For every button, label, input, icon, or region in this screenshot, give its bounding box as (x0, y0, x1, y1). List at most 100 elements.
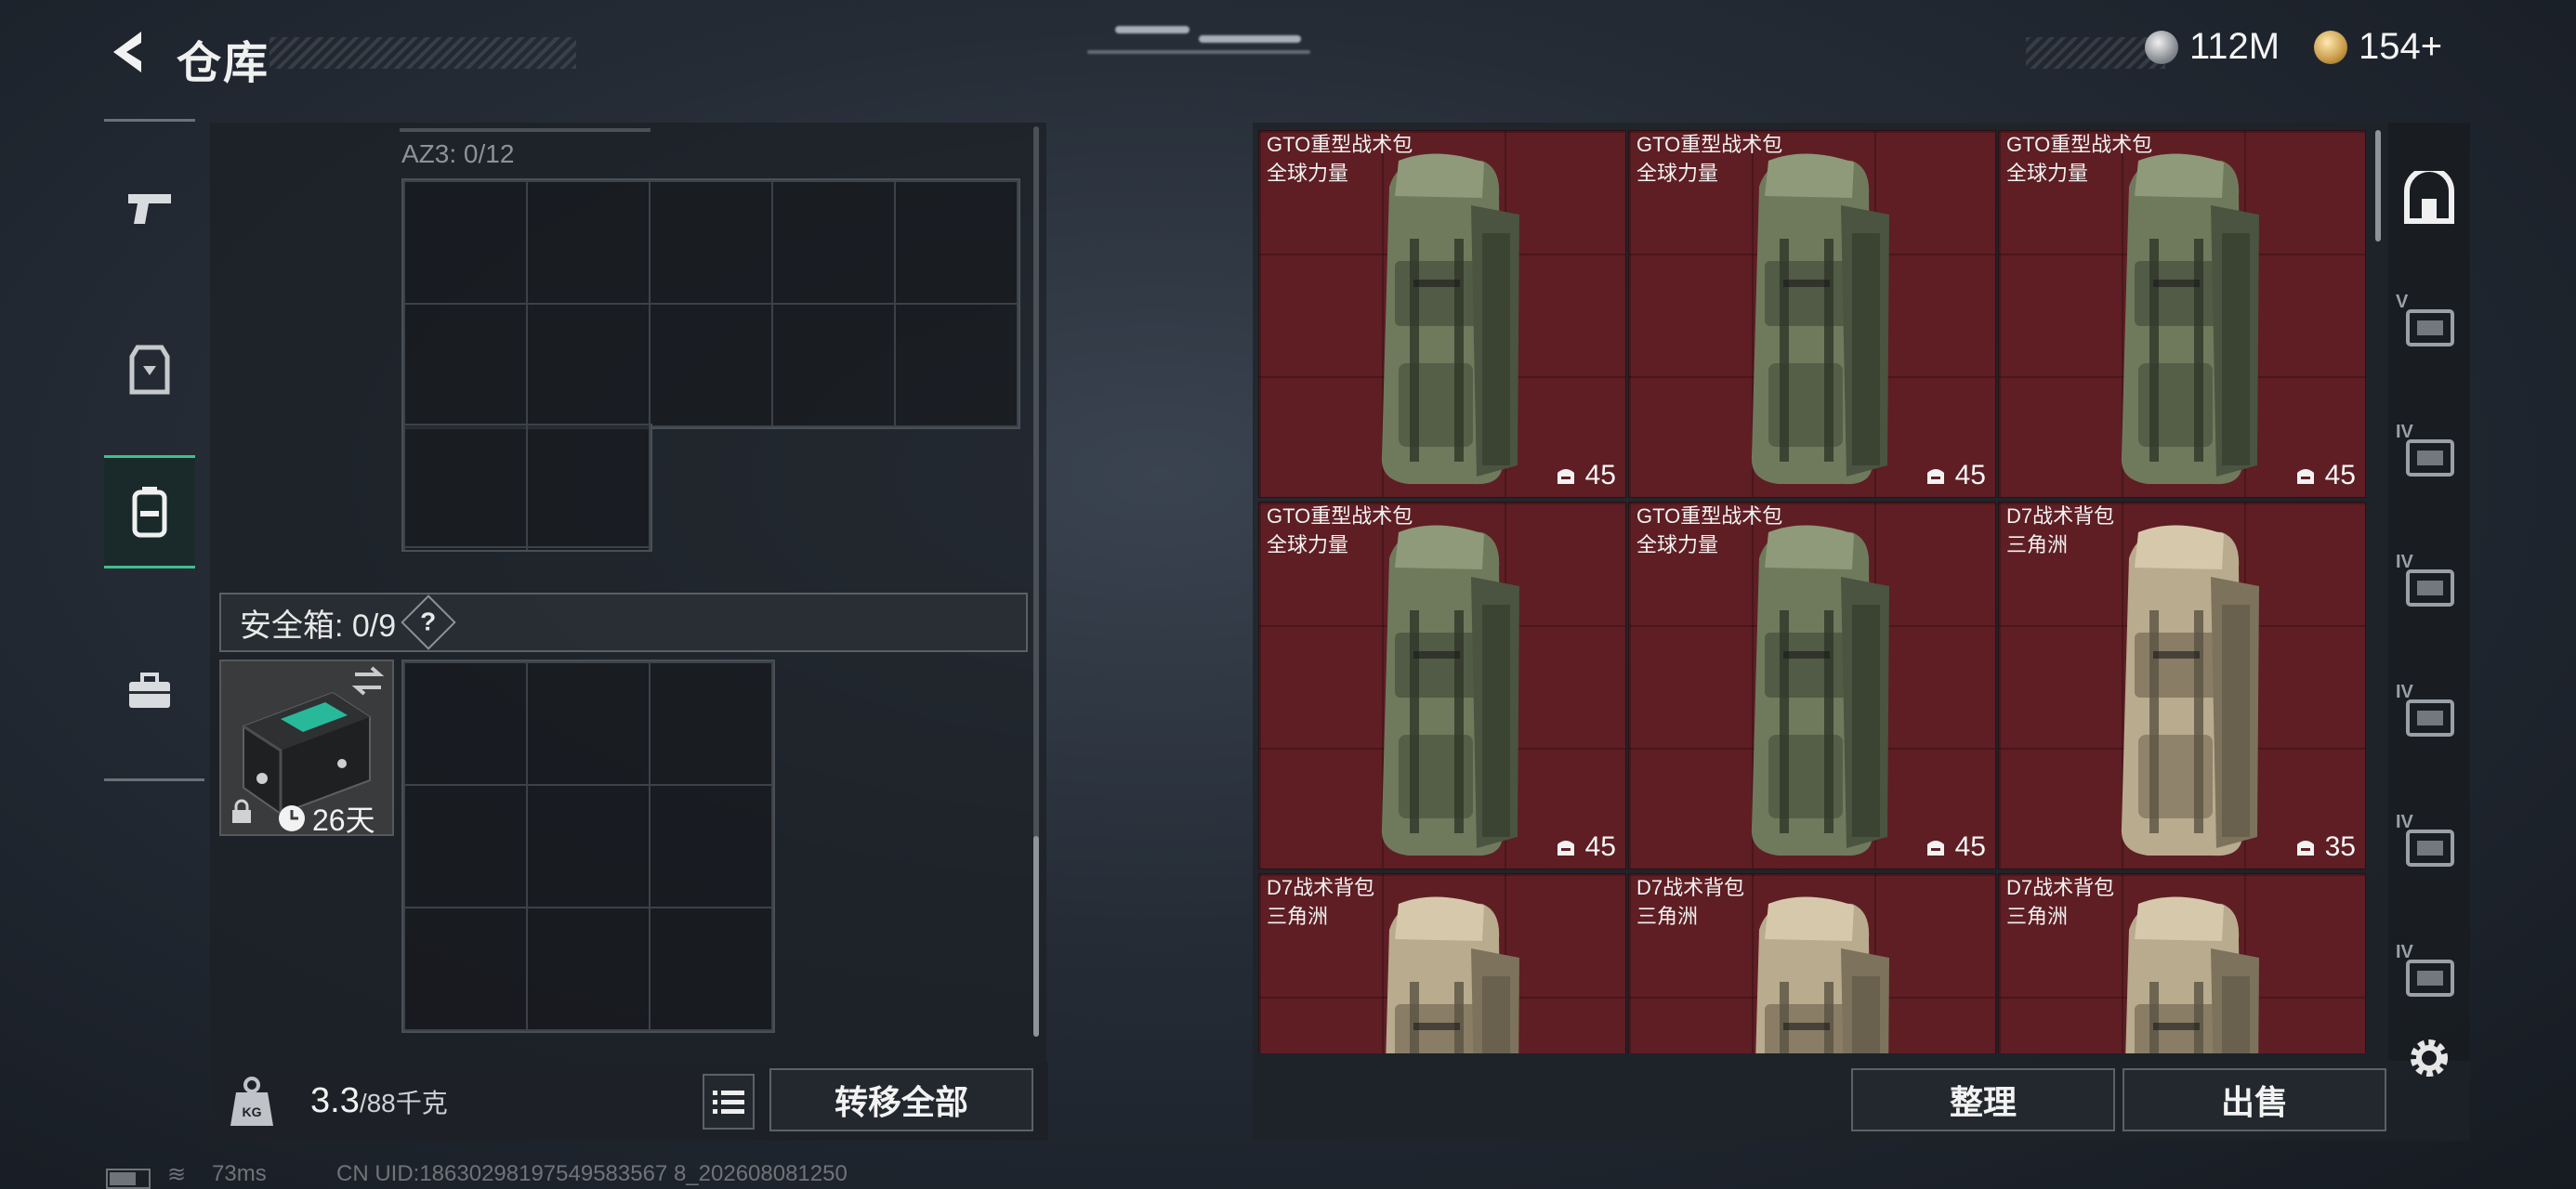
safe-case-item[interactable]: 26天 (219, 660, 394, 837)
list-icon (713, 1091, 744, 1114)
item-capacity: 45 (2293, 460, 2356, 491)
item-capacity: 45 (1554, 831, 1616, 863)
tab-level[interactable]: IV (2388, 925, 2470, 1026)
clock-icon (279, 805, 305, 831)
item-name: GTO重型战术包 (1267, 133, 1413, 156)
backpack-image (1381, 153, 1519, 485)
item-brand: 全球力量 (2006, 162, 2089, 185)
left-scroll-thumb[interactable] (1033, 836, 1039, 1037)
tab-vault[interactable] (2388, 149, 2470, 249)
help-icon[interactable]: ? (401, 594, 456, 650)
item-name: GTO重型战术包 (2006, 133, 2153, 156)
silver-coin-icon (2145, 30, 2178, 64)
page-title: 仓库 (177, 39, 270, 88)
gold-coin-icon (2314, 30, 2347, 64)
sidetab-bottom-rule (104, 778, 204, 781)
item-grid: GTO重型战术包 全球力量 45 GTO重型战术包 全球力量 45 GTO重型战术包 全球力量… (1258, 130, 2366, 1053)
capacity-icon (1557, 469, 1574, 484)
item-name: D7战术背包 (1267, 876, 1375, 899)
item-slot[interactable]: GTO重型战术包 全球力量 45 (1258, 130, 1626, 498)
uid-text: CN UID:18630298197549583567 8_2026080812… (336, 1161, 848, 1186)
weight-max: /88千克 (359, 1089, 448, 1117)
tab-level[interactable]: IV (2388, 795, 2470, 895)
tab-backpack[interactable] (104, 455, 195, 568)
backpack-image (2121, 153, 2259, 485)
item-brand: 三角洲 (1636, 905, 1699, 928)
wifi-icon: ≋ (167, 1162, 187, 1187)
capacity-icon (1926, 469, 1944, 484)
right-scroll-thumb[interactable] (2375, 130, 2381, 242)
capacity-icon (1557, 841, 1574, 856)
tier-label: IV (2396, 812, 2413, 832)
transfer-all-button[interactable]: 转移全部 (769, 1068, 1033, 1131)
item-slot[interactable]: D7战术背包 三角洲 35 (1998, 502, 2366, 869)
tab-weapons[interactable] (104, 154, 195, 262)
tab-level[interactable]: IV (2388, 665, 2470, 765)
item-slot[interactable]: D7战术背包 三角洲 (1628, 873, 1996, 1053)
item-brand: 全球力量 (1267, 162, 1349, 185)
sell-button[interactable]: 出售 (2123, 1068, 2386, 1131)
item-name: GTO重型战术包 (1267, 504, 1413, 528)
backpack-image (1755, 896, 1889, 1053)
item-slot[interactable]: GTO重型战术包 全球力量 45 (1258, 502, 1626, 869)
list-view-button[interactable] (703, 1074, 755, 1130)
container-grid-bottom[interactable] (401, 424, 652, 552)
item-name: D7战术背包 (2006, 504, 2115, 528)
battery-icon (106, 1169, 151, 1189)
capacity-icon (2296, 841, 2314, 856)
tab-case[interactable] (104, 637, 195, 745)
vault-icon (2404, 171, 2454, 224)
sidetab-top-rule (104, 119, 195, 122)
item-name: GTO重型战术包 (1636, 133, 1783, 156)
backpack-image (1386, 896, 1519, 1053)
item-name: D7战术背包 (1636, 876, 1745, 899)
backpack-icon (132, 487, 167, 538)
weight-icon: KG (230, 1077, 273, 1126)
item-capacity: 45 (1554, 460, 1616, 491)
tab-level[interactable]: V (2388, 275, 2470, 375)
item-slot[interactable]: GTO重型战术包 全球力量 45 (1998, 130, 2366, 498)
back-arrow-icon[interactable] (104, 28, 160, 76)
backpack-image (1751, 153, 1889, 485)
ping-text: 73ms (212, 1161, 267, 1186)
safe-box-bar: 安全箱: 0/9 ? (219, 593, 1028, 652)
capacity-icon (1926, 841, 1944, 856)
armor-icon (129, 345, 170, 395)
backpack-image (2125, 896, 2259, 1053)
svg-text:KG: KG (243, 1104, 262, 1119)
silver-currency[interactable]: 112M (2145, 26, 2280, 68)
item-capacity: 45 (1924, 831, 1986, 863)
toolbox-icon (129, 673, 170, 708)
item-slot[interactable]: GTO重型战术包 全球力量 45 (1628, 130, 1996, 498)
item-brand: 全球力量 (1636, 533, 1719, 556)
item-brand: 三角洲 (1267, 905, 1329, 928)
gold-currency[interactable]: 154+ (2314, 26, 2442, 68)
item-brand: 全球力量 (1636, 162, 1719, 185)
pistol-icon (128, 194, 171, 224)
item-capacity: 35 (2293, 831, 2356, 863)
item-slot[interactable]: GTO重型战术包 全球力量 45 (1628, 502, 1996, 869)
gear-icon (2411, 1039, 2448, 1077)
tab-level[interactable]: IV (2388, 405, 2470, 505)
organize-button[interactable]: 整理 (1851, 1068, 2115, 1131)
safe-box-label: 安全箱: 0/9 (240, 608, 397, 644)
settings-button[interactable] (2388, 1026, 2470, 1091)
container-label: AZ3: 0/12 (401, 139, 515, 168)
item-slot[interactable]: D7战术背包 三角洲 (1998, 873, 2366, 1053)
item-slot[interactable]: D7战术背包 三角洲 (1258, 873, 1626, 1053)
item-brand: 全球力量 (1267, 533, 1349, 556)
safe-box-grid[interactable] (401, 660, 775, 1033)
weight-readout: 3.3/88千克 (310, 1081, 448, 1121)
silver-amount: 112M (2189, 26, 2280, 67)
tab-armor[interactable] (104, 316, 195, 424)
container-grid-top[interactable] (401, 178, 1020, 429)
safe-timer: 26天 (312, 804, 375, 837)
tier-label: IV (2396, 422, 2413, 442)
capacity-icon (2296, 469, 2314, 484)
item-brand: 三角洲 (2006, 533, 2069, 556)
item-brand: 三角洲 (2006, 905, 2069, 928)
swap-icon[interactable] (349, 665, 387, 697)
gold-amount: 154+ (2359, 26, 2443, 67)
tier-label: IV (2396, 682, 2413, 702)
tab-level[interactable]: IV (2388, 535, 2470, 635)
